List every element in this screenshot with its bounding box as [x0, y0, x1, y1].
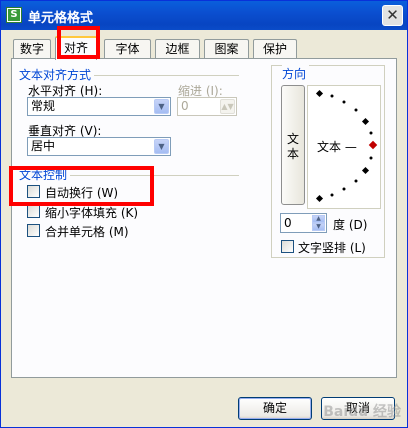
merge-cells-label[interactable]: 合并单元格 (M) [45, 223, 129, 240]
vertical-align-value: 居中 [31, 139, 56, 153]
vertical-text-button[interactable]: 文本 [281, 85, 305, 205]
ok-button[interactable]: 确定 [238, 397, 312, 420]
dial-marker-90 [315, 89, 324, 98]
dial-dot [342, 100, 346, 104]
shrink-to-fit-label[interactable]: 缩小字体填充 (K) [45, 204, 138, 221]
spin-down-icon[interactable]: ▼ [312, 223, 325, 231]
tab-number[interactable]: 数字 [13, 39, 51, 58]
dial-marker-minus45 [361, 166, 370, 175]
spin-arrows-icon: ▲▼ [220, 99, 235, 114]
dial-sample-text: 文本 — [317, 140, 357, 154]
spin-up-icon[interactable]: ▲ [312, 215, 325, 223]
tab-font[interactable]: 字体 [104, 39, 151, 58]
indent-spinner: 0 ▲▼ [177, 97, 237, 116]
format-cells-dialog: S 单元格格式 ✕ 数字 对齐 字体 边框 图案 保护 文本对齐方式 水平对齐 … [0, 0, 408, 428]
text-alignment-group-title: 文本对齐方式 [19, 66, 95, 83]
chevron-down-icon[interactable]: ▼ [154, 139, 169, 154]
shrink-to-fit-checkbox[interactable] [27, 205, 40, 218]
horizontal-align-select[interactable]: 常规 ▼ [27, 97, 171, 116]
tab-protection[interactable]: 保护 [253, 39, 297, 58]
orientation-dial[interactable]: 文本 — [307, 85, 381, 209]
highlight-box-tab [57, 26, 100, 59]
highlight-box-wrap-text [9, 166, 154, 206]
watermark: Baidu 经验 [323, 404, 401, 420]
degrees-value: 0 [284, 216, 292, 230]
dialog-title: 单元格格式 [28, 11, 94, 26]
degrees-spinner[interactable]: 0 ▲ ▼ [280, 213, 327, 233]
vertical-stack-checkbox[interactable] [281, 240, 294, 253]
dial-dot [369, 131, 373, 135]
orientation-group-title: 方向 [282, 65, 310, 82]
close-button[interactable]: ✕ [382, 5, 403, 26]
dial-dot [330, 94, 334, 98]
degrees-label: 度 (D) [333, 218, 368, 232]
indent-value: 0 [181, 99, 189, 113]
vertical-stack-label[interactable]: 文字竖排 (L) [298, 239, 366, 256]
chevron-down-icon[interactable]: ▼ [154, 99, 169, 114]
vertical-text-label: 文本 [287, 132, 300, 161]
dial-dot [330, 193, 334, 197]
dial-dot [354, 179, 358, 183]
merge-cells-checkbox[interactable] [27, 224, 40, 237]
dial-marker-45 [361, 117, 370, 126]
app-logo-icon: S [6, 7, 22, 23]
dial-dot [354, 108, 358, 112]
dial-marker-minus90 [315, 194, 324, 203]
dial-marker-0-active [368, 140, 378, 150]
tab-border[interactable]: 边框 [155, 39, 200, 58]
dial-dot [369, 156, 373, 160]
tab-patterns[interactable]: 图案 [204, 39, 249, 58]
close-icon: ✕ [386, 6, 399, 24]
horizontal-align-value: 常规 [31, 99, 56, 113]
vertical-align-select[interactable]: 居中 ▼ [27, 137, 171, 156]
dial-dot [342, 187, 346, 191]
